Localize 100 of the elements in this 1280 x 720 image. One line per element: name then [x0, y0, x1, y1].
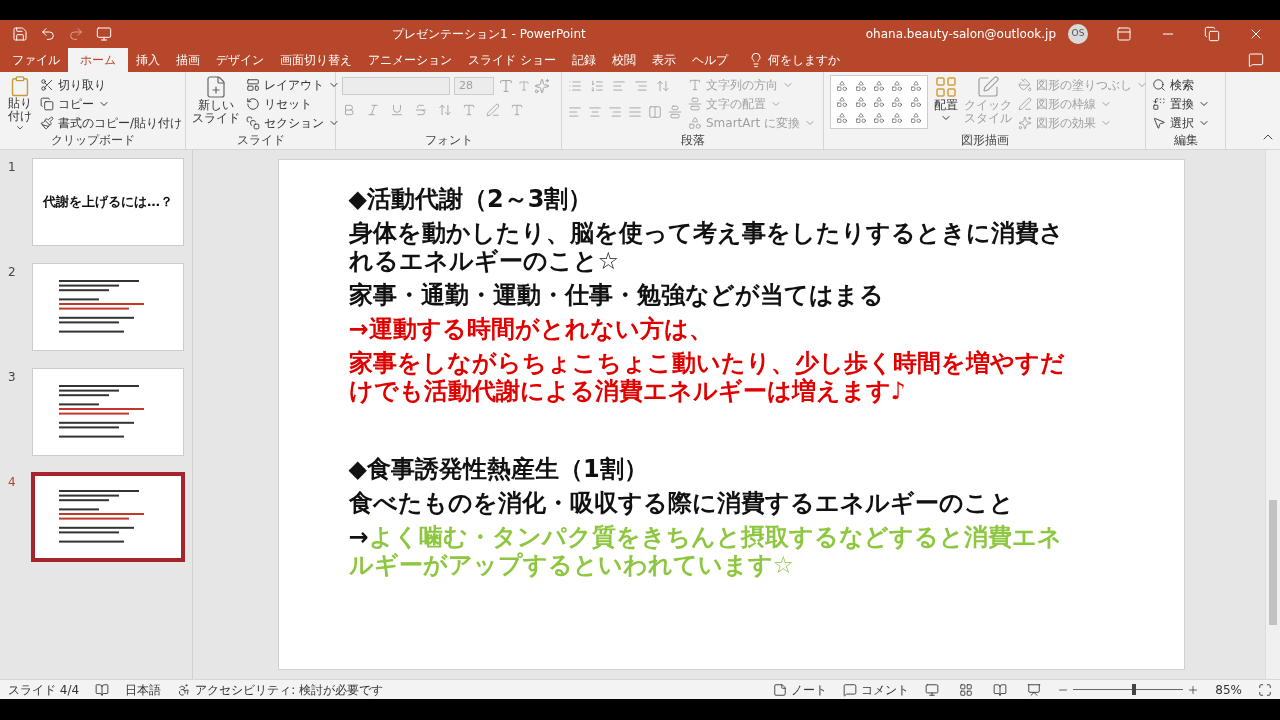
format-icon[interactable]: [486, 103, 500, 117]
slide-number: 4: [8, 474, 17, 491]
tell-me-field[interactable]: 何をしますか: [767, 51, 840, 69]
notes-button[interactable]: ノート: [773, 680, 828, 699]
shape-icon[interactable]: [854, 112, 867, 124]
align-icon[interactable]: [668, 105, 682, 119]
clipboard-button[interactable]: 切り取り: [40, 75, 183, 94]
ribbon-tab[interactable]: 描画: [168, 48, 208, 72]
layout-icon: [246, 77, 260, 92]
font-size-icon[interactable]: [498, 78, 514, 94]
undo-icon[interactable]: [40, 26, 56, 42]
shape-icon[interactable]: [836, 112, 849, 124]
save-icon[interactable]: [12, 26, 28, 42]
format-icon[interactable]: [438, 103, 452, 117]
editing-button[interactable]: 選択: [1152, 113, 1210, 132]
shape-icon[interactable]: [854, 96, 867, 108]
slide-text: 家事をしながらちょこちょこ動いたり、少し歩く時間を増やすだけでも活動代謝による消費エネルギーは増えます♪: [348, 349, 1066, 405]
arrange-button[interactable]: 配置: [934, 75, 958, 133]
shape-gallery[interactable]: [830, 75, 928, 129]
slide-text: 食べたものを消化・吸収する際に消費するエネルギーのこと: [348, 489, 1015, 517]
ribbon-tab[interactable]: ファイル: [4, 48, 68, 72]
slide-thumbnail[interactable]: 代謝を上げるには…？: [32, 158, 184, 246]
clipboard-button[interactable]: コピー: [40, 94, 183, 113]
align-text-icon: [688, 96, 702, 111]
shape-icon[interactable]: [854, 80, 867, 92]
shape-icon[interactable]: [891, 112, 904, 124]
format-icon[interactable]: [510, 103, 524, 117]
shape-icon[interactable]: [891, 96, 904, 108]
shape-icon[interactable]: [873, 80, 885, 92]
vertical-scrollbar[interactable]: [1265, 150, 1280, 679]
editing-button[interactable]: 検索: [1152, 75, 1210, 94]
avatar[interactable]: OS: [1068, 24, 1088, 44]
quick-style-icon: [976, 75, 1000, 99]
group-label: 編集: [1172, 133, 1199, 148]
slide-button[interactable]: リセット: [246, 94, 340, 113]
restore-icon[interactable]: [1204, 26, 1220, 42]
align-icon[interactable]: [648, 105, 662, 119]
sorter-view-icon[interactable]: [959, 682, 974, 697]
window-title: プレゼンテーション1 - PowerPoint: [391, 26, 587, 43]
language-label[interactable]: 日本語: [125, 680, 162, 699]
ribbon-tab[interactable]: 画面切り替え: [272, 48, 360, 72]
format-icon[interactable]: [462, 103, 476, 117]
copy-icon: [40, 96, 54, 111]
paste-button[interactable]: 貼り付け: [6, 75, 34, 133]
shape-icon[interactable]: [909, 96, 922, 108]
comment-icon[interactable]: [1248, 52, 1264, 68]
new-slide-button[interactable]: 新しい スライド: [192, 75, 240, 133]
shape-icon[interactable]: [873, 112, 885, 124]
paragraph-icon[interactable]: [590, 79, 604, 93]
shape-icon[interactable]: [891, 80, 904, 92]
accessibility-status[interactable]: アクセシビリティ: 検討が必要です: [195, 680, 383, 699]
group-label: 段落: [679, 133, 706, 148]
reset-icon: [246, 96, 260, 111]
ribbon-display-icon[interactable]: [1116, 26, 1132, 42]
shape-icon[interactable]: [836, 80, 849, 92]
zoom-in-icon[interactable]: [1187, 683, 1200, 696]
slide-text: →よく噛む・タンパク質をきちんと摂取するなどすると消費エネルギーがアップするといわれています☆: [348, 523, 1063, 579]
slide-counter: スライド 4/4: [8, 681, 80, 699]
group-label: スライド: [235, 133, 286, 148]
normal-view-icon[interactable]: [925, 682, 940, 697]
group-label: 図形描画: [959, 133, 1010, 148]
editing-button[interactable]: 置換: [1152, 94, 1210, 113]
zoom-level[interactable]: 85%: [1215, 680, 1242, 699]
ribbon-tab[interactable]: アニメーション: [360, 48, 460, 72]
comments-button[interactable]: コメント: [843, 680, 910, 699]
fit-slide-icon[interactable]: [1258, 682, 1272, 697]
ribbon-tab[interactable]: 記録: [563, 48, 604, 72]
replace-icon: [1152, 96, 1166, 111]
zoom-slider-thumb[interactable]: [1131, 684, 1136, 695]
slide-button[interactable]: セクション: [246, 113, 340, 132]
accessibility-icon: [177, 682, 192, 697]
format-icon[interactable]: [414, 103, 428, 117]
ribbon-tab[interactable]: 表示: [643, 48, 684, 72]
ribbon-tab[interactable]: ホーム: [68, 48, 128, 72]
slideshow-icon[interactable]: [1027, 682, 1042, 697]
note-icon: [773, 682, 788, 697]
slide-text: ◆食事誘発性熱産生（1割）: [348, 455, 649, 483]
format-icon[interactable]: [390, 103, 404, 117]
shape-icon[interactable]: [836, 96, 849, 108]
arrange-icon: [934, 75, 958, 99]
paragraph-icon[interactable]: [656, 79, 670, 93]
format-icon[interactable]: [366, 103, 380, 117]
slide-number: 2: [8, 264, 17, 281]
ribbon-tab[interactable]: 挿入: [128, 48, 168, 72]
clipboard-button[interactable]: 書式のコピー/貼り付け: [40, 113, 183, 132]
shape-icon[interactable]: [873, 96, 885, 108]
slide-thumbnail[interactable]: [32, 473, 184, 561]
ribbon-tab[interactable]: スライド ショー: [460, 48, 564, 72]
shape-icon[interactable]: [909, 80, 922, 92]
reading-view-icon[interactable]: [993, 682, 1008, 697]
slide-button[interactable]: レイアウト: [246, 75, 340, 94]
slide-number: 3: [8, 369, 17, 386]
ribbon-tab[interactable]: デザイン: [208, 48, 272, 72]
clear-format-icon[interactable]: [534, 78, 550, 94]
spell-check-icon[interactable]: [95, 682, 110, 697]
format-icon[interactable]: [342, 103, 356, 117]
ribbon-tab[interactable]: 校閲: [603, 48, 644, 72]
ribbon-tab[interactable]: ヘルプ: [683, 48, 736, 72]
shape-icon[interactable]: [909, 112, 922, 124]
presentation-icon[interactable]: [96, 26, 112, 42]
